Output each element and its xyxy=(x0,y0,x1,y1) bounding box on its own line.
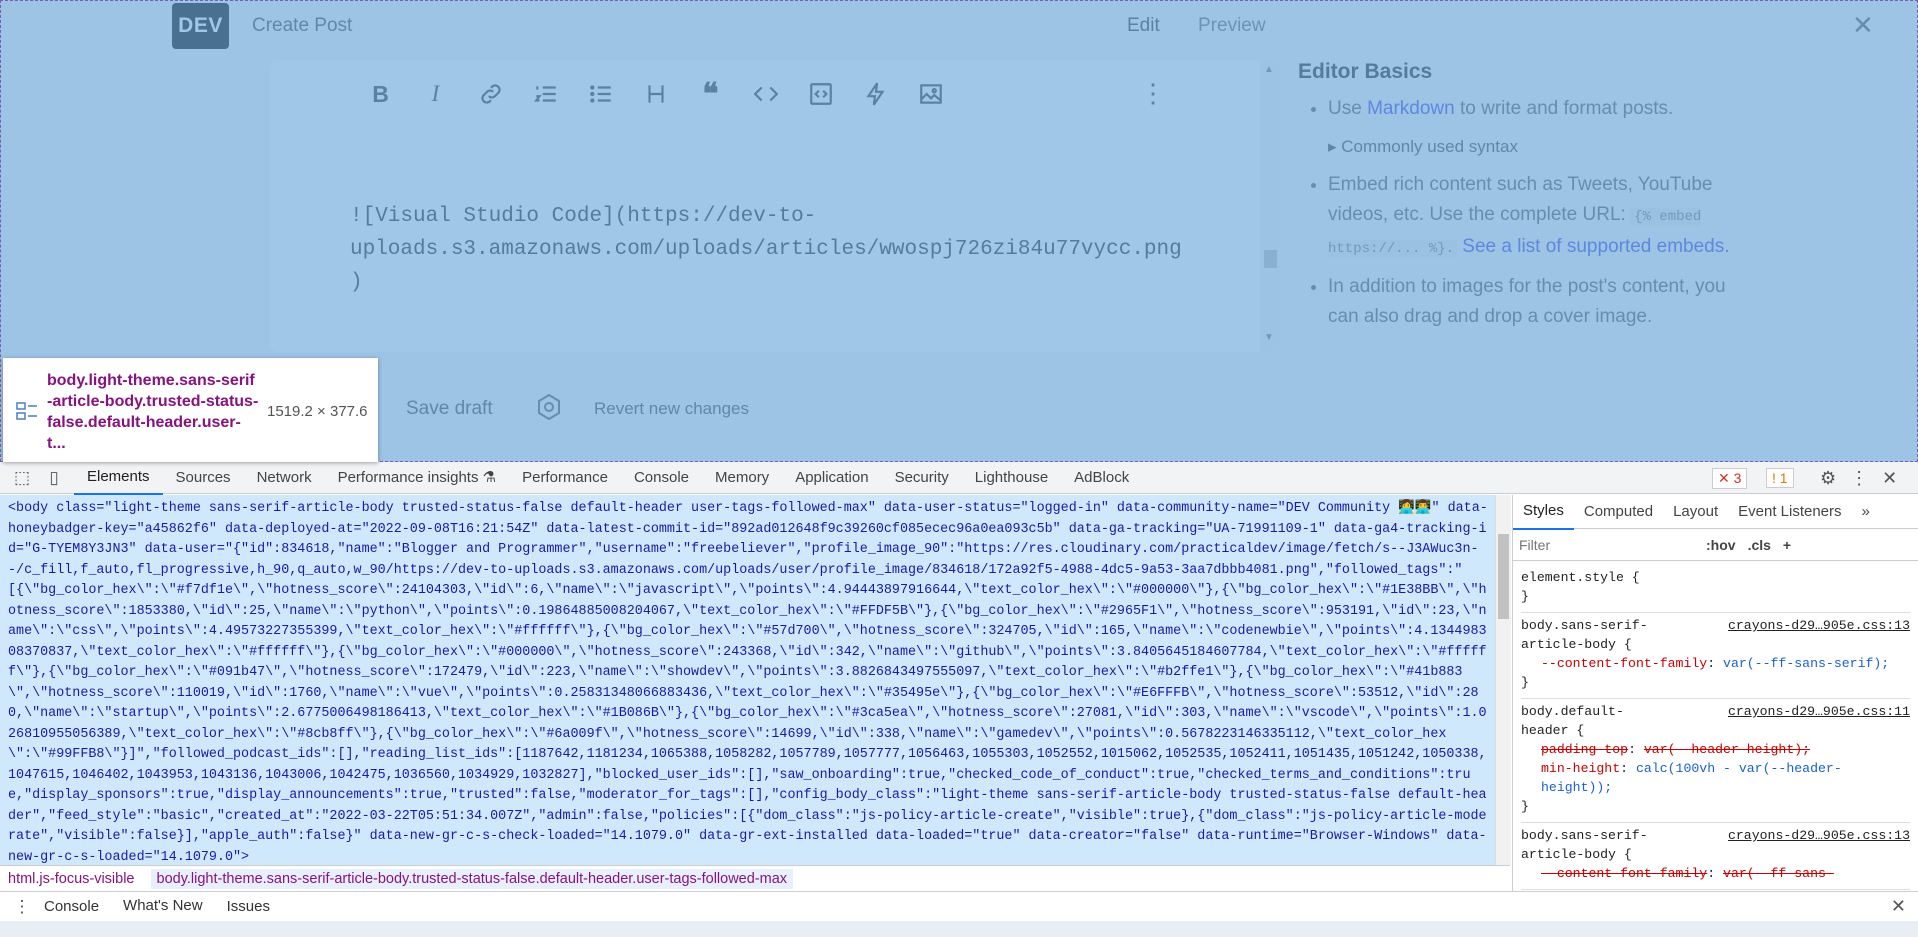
heading-icon[interactable] xyxy=(628,74,683,114)
dev-logo[interactable]: DEV xyxy=(172,3,229,49)
error-count-badge[interactable]: ✕ 3 xyxy=(1712,468,1748,489)
tab-application[interactable]: Application xyxy=(782,462,881,494)
editor-scrollbar[interactable] xyxy=(1260,60,1280,352)
tab-console[interactable]: Console xyxy=(621,462,702,494)
devtools-drawer: ⋮ Console What's New Issues ✕ xyxy=(0,891,1918,923)
close-drawer-icon[interactable]: ✕ xyxy=(1891,896,1906,917)
drawer-tab-issues[interactable]: Issues xyxy=(215,892,282,922)
edit-tab[interactable]: Edit xyxy=(1127,15,1160,37)
help-item-markdown: Use Markdown to write and format posts. xyxy=(1328,94,1748,124)
embed-icon[interactable] xyxy=(848,74,903,114)
help-item-embed: Embed rich content such as Tweets, YouTu… xyxy=(1328,170,1748,264)
grid-layout-icon xyxy=(16,402,37,420)
breadcrumb-html[interactable]: html.js-focus-visible xyxy=(8,871,135,887)
tab-event-listeners[interactable]: Event Listeners xyxy=(1728,495,1851,529)
editor-scrollbar-thumb[interactable] xyxy=(1264,250,1277,268)
drawer-tab-console[interactable]: Console xyxy=(32,892,111,922)
devtools-panel: ⬚ ▯ Elements Sources Network Performance… xyxy=(0,462,1918,937)
more-tabs-icon[interactable]: » xyxy=(1852,495,1880,529)
taskbar-edge xyxy=(0,921,1918,937)
warning-count-badge[interactable]: ! 1 xyxy=(1766,468,1794,488)
tab-security[interactable]: Security xyxy=(882,462,962,494)
save-draft-button[interactable]: Save draft xyxy=(406,398,493,420)
tab-performance[interactable]: Performance xyxy=(509,462,621,494)
revert-changes-button[interactable]: Revert new changes xyxy=(594,399,749,419)
source-link[interactable]: crayons-d29…905e.css:13 xyxy=(1728,616,1910,635)
help-title: Editor Basics xyxy=(1298,60,1433,83)
tab-elements[interactable]: Elements xyxy=(74,461,163,495)
tab-network[interactable]: Network xyxy=(244,462,325,494)
preview-tab[interactable]: Preview xyxy=(1198,15,1266,37)
source-link[interactable]: crayons-d29…905e.css:11 xyxy=(1728,702,1910,721)
css-rule[interactable]: body.default-header { crayons-d29…905e.c… xyxy=(1521,699,1910,823)
css-rule[interactable]: body.sans-serif-article-body { crayons-d… xyxy=(1521,613,1910,699)
page-title: Create Post xyxy=(252,15,353,36)
selected-body-node[interactable]: <body class="light-theme sans-serif-arti… xyxy=(8,499,1493,865)
css-rule[interactable]: element.style {} xyxy=(1521,565,1910,613)
editor-panel: B I ❝ ⋮ ![Visual Studio Code](https://de… xyxy=(270,60,1280,352)
tab-performance-insights[interactable]: Performance insights ⚗ xyxy=(325,462,510,494)
tab-memory[interactable]: Memory xyxy=(702,462,782,494)
breadcrumb: html.js-focus-visible body.light-theme.s… xyxy=(0,865,1510,891)
tab-computed[interactable]: Computed xyxy=(1574,495,1663,529)
drawer-menu-icon[interactable]: ⋮ xyxy=(12,897,32,917)
elements-tree[interactable]: <body class="light-theme sans-serif-arti… xyxy=(0,495,1495,865)
device-toolbar-icon[interactable]: ▯ xyxy=(44,468,64,488)
settings-hex-icon[interactable] xyxy=(535,393,563,421)
unordered-list-icon[interactable] xyxy=(573,74,628,114)
inspect-element-icon[interactable]: ⬚ xyxy=(12,468,32,488)
tooltip-dimensions: 1519.2 × 377.6 xyxy=(267,403,368,420)
close-devtools-icon[interactable]: ✕ xyxy=(1882,468,1897,489)
italic-icon[interactable]: I xyxy=(408,74,463,114)
inspect-tooltip: body.light-theme.sans-serif-article-body… xyxy=(3,358,378,462)
source-link[interactable]: crayons-d29…905e.css:13 xyxy=(1728,826,1910,845)
tab-adblock[interactable]: AdBlock xyxy=(1061,462,1142,494)
markdown-link[interactable]: Markdown xyxy=(1367,98,1455,119)
ordered-list-icon[interactable] xyxy=(518,74,573,114)
tab-styles[interactable]: Styles xyxy=(1513,495,1574,530)
more-options-icon[interactable]: ⋮ xyxy=(1140,78,1166,109)
editor-textarea[interactable]: ![Visual Studio Code](https://dev-to- up… xyxy=(350,200,1182,299)
scroll-up-icon[interactable]: ▲ xyxy=(1264,64,1274,75)
code-icon[interactable] xyxy=(738,74,793,114)
styles-filter-input[interactable] xyxy=(1519,533,1694,556)
hover-state-toggle[interactable]: :hov xyxy=(1706,537,1736,553)
breadcrumb-body[interactable]: body.light-theme.sans-serif-article-body… xyxy=(150,869,794,889)
bold-icon[interactable]: B xyxy=(353,74,408,114)
quote-icon[interactable]: ❝ xyxy=(683,74,738,114)
kebab-menu-icon[interactable]: ⋮ xyxy=(1850,468,1868,489)
settings-gear-icon[interactable]: ⚙ xyxy=(1820,468,1836,489)
commonly-used-syntax-toggle[interactable]: ▸ Commonly used syntax xyxy=(1328,132,1748,162)
link-icon[interactable] xyxy=(463,74,518,114)
editor-toolbar: B I ❝ xyxy=(270,60,1280,128)
css-rules-list: element.style {} body.sans-serif-article… xyxy=(1513,561,1918,891)
close-icon[interactable]: ✕ xyxy=(1852,10,1874,41)
styles-pane: Styles Computed Layout Event Listeners »… xyxy=(1512,495,1918,891)
editor-basics-panel: Editor Basics Use Markdown to write and … xyxy=(1298,60,1748,340)
supported-embeds-link[interactable]: See a list of supported embeds. xyxy=(1457,236,1729,257)
devtools-tabbar: ⬚ ▯ Elements Sources Network Performance… xyxy=(0,461,1918,495)
tab-sources[interactable]: Sources xyxy=(163,462,244,494)
new-rule-icon[interactable]: + xyxy=(1783,537,1791,553)
tooltip-selector: body.light-theme.sans-serif-article-body… xyxy=(47,372,259,452)
scroll-down-icon[interactable]: ▼ xyxy=(1264,332,1274,343)
code-block-icon[interactable] xyxy=(793,74,848,114)
tab-layout[interactable]: Layout xyxy=(1663,495,1728,529)
tab-lighthouse[interactable]: Lighthouse xyxy=(962,462,1061,494)
drawer-tab-whats-new[interactable]: What's New xyxy=(111,891,215,923)
help-item-cover: In addition to images for the post's con… xyxy=(1328,272,1748,332)
css-rule[interactable]: body.sans-serif-article-body { crayons-d… xyxy=(1521,823,1910,890)
class-toggle[interactable]: .cls xyxy=(1748,537,1771,553)
elements-scrollbar-thumb[interactable] xyxy=(1498,534,1509,619)
image-icon[interactable] xyxy=(903,74,958,114)
